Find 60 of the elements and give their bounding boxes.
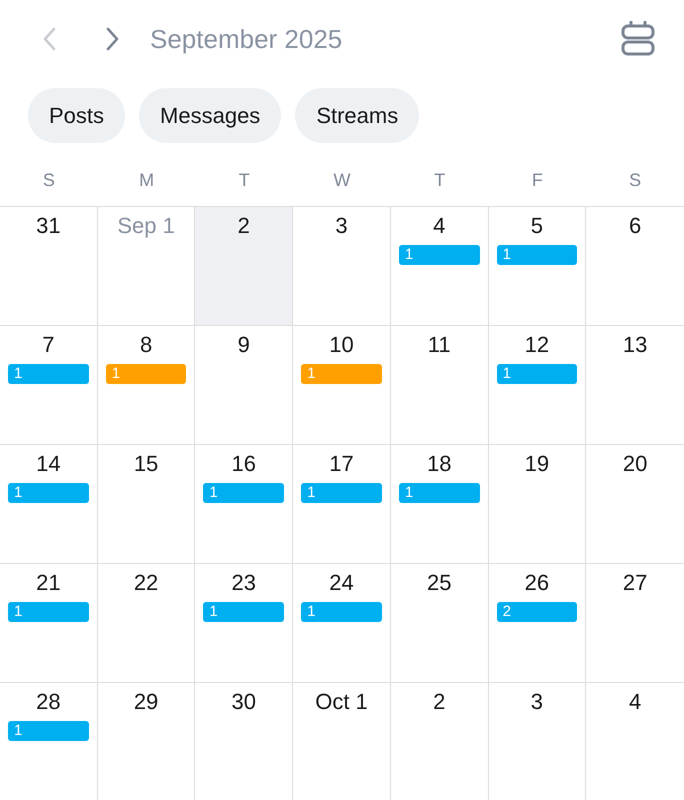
weekday-label: S: [42, 169, 55, 192]
day-number: 4: [433, 212, 446, 240]
filter-chip[interactable]: Messages: [139, 88, 282, 143]
day-number: 28: [36, 688, 61, 716]
day-number: 27: [622, 569, 648, 597]
day-number: 9: [238, 331, 250, 359]
weekday-label: W: [333, 169, 350, 192]
day-number: 8: [140, 331, 152, 359]
day-number: Sep 1: [117, 212, 175, 240]
day-number: 19: [524, 450, 550, 478]
day-number: Oct 1: [315, 688, 368, 716]
day-cell[interactable]: 19: [488, 445, 586, 563]
day-cell[interactable]: 12 1: [488, 326, 586, 444]
day-number: 16: [232, 450, 256, 478]
view-toggle-button[interactable]: [620, 20, 656, 58]
day-cell[interactable]: 29: [98, 683, 196, 800]
day-number: 22: [134, 569, 158, 597]
day-cell[interactable]: 15: [98, 445, 196, 563]
day-number: 3: [530, 688, 544, 716]
day-cell[interactable]: 2: [195, 207, 294, 325]
day-number: 31: [36, 212, 61, 240]
day-number: 2: [433, 688, 446, 716]
stacked-rectangles-icon: [621, 21, 655, 57]
day-number: 12: [524, 331, 550, 359]
day-number: 21: [36, 569, 61, 597]
day-number: 20: [622, 450, 648, 478]
day-cell[interactable]: 22: [98, 564, 196, 682]
day-number: 17: [329, 450, 354, 478]
day-number: 2: [238, 212, 250, 240]
weekday-label: T: [238, 169, 250, 192]
day-number: 10: [329, 331, 354, 359]
weekday-label: S: [629, 169, 642, 192]
day-cell[interactable]: 3: [488, 683, 586, 800]
day-number: 26: [524, 569, 550, 597]
day-number: 14: [36, 450, 61, 478]
day-number: 24: [329, 569, 354, 597]
day-number: 29: [134, 688, 158, 716]
day-number: 6: [629, 212, 642, 240]
chevron-right-icon: [106, 27, 120, 51]
day-number: 3: [335, 212, 348, 240]
day-number: 7: [42, 331, 54, 359]
day-cell[interactable]: 5 1: [488, 207, 586, 325]
month-title: September 2025: [150, 23, 342, 55]
day-cell[interactable]: 8 1: [98, 326, 196, 444]
day-number: 5: [530, 212, 544, 240]
day-number: 25: [426, 569, 452, 597]
weekday-label: M: [139, 169, 154, 192]
filter-chip[interactable]: Streams: [295, 88, 420, 143]
day-number: 11: [428, 331, 451, 359]
day-cell[interactable]: 26 2: [488, 564, 586, 682]
chevron-left-icon: [42, 27, 56, 51]
day-number: 15: [134, 450, 158, 478]
weekday-label: F: [532, 169, 543, 192]
day-number: 13: [622, 331, 648, 359]
day-number: 23: [232, 569, 256, 597]
day-number: 30: [232, 688, 256, 716]
filter-chip[interactable]: Posts: [28, 88, 126, 143]
weekday-label: T: [434, 169, 446, 192]
day-number: 18: [426, 450, 452, 478]
day-number: 4: [629, 688, 642, 716]
